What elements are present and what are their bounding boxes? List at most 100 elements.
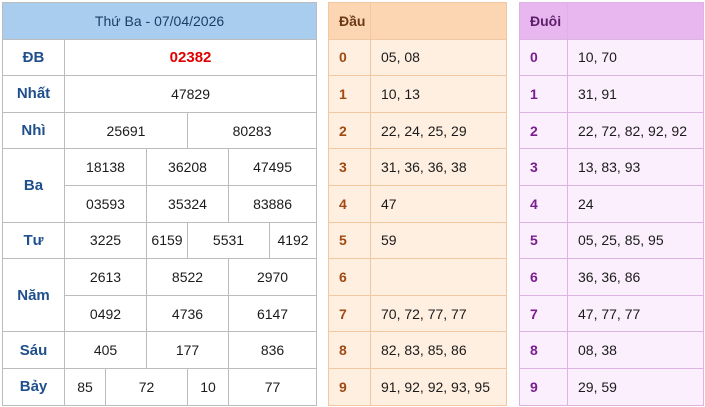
tail-row: 1 31, 91 xyxy=(519,75,704,113)
head-row: 6 xyxy=(328,258,507,296)
tail-title: Đuôi xyxy=(519,2,568,40)
head-key: 4 xyxy=(328,184,371,223)
head-row: 7 70, 72, 77, 77 xyxy=(328,294,507,333)
head-value xyxy=(370,258,507,296)
prize-number: 4192 xyxy=(268,221,318,260)
tail-row: 5 05, 25, 85, 95 xyxy=(519,221,704,260)
prize-label: Tư xyxy=(2,221,65,260)
date-title: Thứ Ba - 07/04/2026 xyxy=(1,2,318,40)
head-key: 2 xyxy=(328,111,371,150)
head-value: 47 xyxy=(370,184,507,223)
prize-label: ĐB xyxy=(2,38,65,77)
prize-number: 405 xyxy=(64,331,147,369)
prize-number: 47829 xyxy=(63,75,318,113)
prize-number: 5531 xyxy=(187,221,270,260)
tail-key: 4 xyxy=(519,184,568,223)
tail-row: 4 24 xyxy=(519,184,704,223)
prize-number: 25691 xyxy=(64,111,188,150)
head-digit-table: Đầu 0 05, 08 1 10, 13 2 22, 24, 25, 29 3 31,… xyxy=(328,2,507,406)
tail-row: 6 36, 36, 86 xyxy=(519,258,704,296)
prize-row-sixth: Sáu 405 177 836 xyxy=(2,331,318,369)
head-key: 8 xyxy=(328,331,371,369)
prize-number: 177 xyxy=(146,331,229,369)
head-value: 22, 24, 25, 29 xyxy=(370,111,507,150)
head-value: 82, 83, 85, 86 xyxy=(370,331,507,369)
tail-row: 3 13, 83, 93 xyxy=(519,148,704,186)
prize-number: 3225 xyxy=(64,221,147,260)
tail-key: 5 xyxy=(519,221,568,260)
tail-value: 29, 59 xyxy=(567,367,704,406)
prize-number: 2970 xyxy=(227,258,318,296)
tail-row: 9 29, 59 xyxy=(519,367,704,406)
tail-value: 05, 25, 85, 95 xyxy=(567,221,704,260)
prize-label: Sáu xyxy=(2,331,65,369)
head-row: 0 05, 08 xyxy=(328,38,507,77)
results-table: Thứ Ba - 07/04/2026 ĐB 02382 Nhất 47829 … xyxy=(1,2,318,406)
tail-key: 1 xyxy=(519,75,568,113)
tail-value: 13, 83, 93 xyxy=(567,148,704,186)
prize-number: 8522 xyxy=(146,258,229,296)
tail-key: 6 xyxy=(519,258,568,296)
prize-row-second: Nhì 25691 80283 xyxy=(2,111,318,150)
tail-row: 7 47, 77, 77 xyxy=(519,294,704,333)
head-value: 31, 36, 36, 38 xyxy=(370,148,507,186)
head-key: 6 xyxy=(328,258,371,296)
prize-number: 47495 xyxy=(227,148,318,186)
prize-label: Nhì xyxy=(2,111,65,150)
prize-number: 72 xyxy=(105,367,188,406)
tail-key: 0 xyxy=(519,38,568,77)
tail-value: 10, 70 xyxy=(567,38,704,77)
prize-number: 03593 xyxy=(64,184,147,223)
prize-label: Nhất xyxy=(2,75,65,113)
tail-row: 8 08, 38 xyxy=(519,331,704,369)
head-value: 70, 72, 77, 77 xyxy=(370,294,507,333)
head-value: 10, 13 xyxy=(370,75,507,113)
prize-label: Ba xyxy=(2,148,65,223)
head-row: 4 47 xyxy=(328,184,507,223)
head-row: 1 10, 13 xyxy=(328,75,507,113)
prize-row-first: Nhất 47829 xyxy=(2,75,318,113)
tail-title-filler xyxy=(567,2,704,40)
prize-number: 18138 xyxy=(64,148,147,186)
tail-value: 36, 36, 86 xyxy=(567,258,704,296)
head-key: 9 xyxy=(328,367,371,406)
prize-number: 36208 xyxy=(146,148,229,186)
head-row: 2 22, 24, 25, 29 xyxy=(328,111,507,150)
head-key: 3 xyxy=(328,148,371,186)
prize-number: 6159 xyxy=(146,221,188,260)
prize-row-seventh: Bảy 85 72 10 77 xyxy=(2,367,318,406)
head-title: Đầu xyxy=(328,2,371,40)
prize-number: 80283 xyxy=(186,111,318,150)
tail-value: 22, 72, 82, 92, 92 xyxy=(567,111,704,150)
tail-digit-table: Đuôi 0 10, 70 1 31, 91 2 22, 72, 82, 92, 92… xyxy=(519,2,704,406)
head-row: 3 31, 36, 36, 38 xyxy=(328,148,507,186)
tail-value: 08, 38 xyxy=(567,331,704,369)
tail-key: 3 xyxy=(519,148,568,186)
head-row: 8 82, 83, 85, 86 xyxy=(328,331,507,369)
prize-number: 83886 xyxy=(227,184,318,223)
head-key: 1 xyxy=(328,75,371,113)
head-key: 0 xyxy=(328,38,371,77)
tail-row: 0 10, 70 xyxy=(519,38,704,77)
head-row: 5 59 xyxy=(328,221,507,260)
tail-value: 47, 77, 77 xyxy=(567,294,704,333)
prize-number: 2613 xyxy=(64,258,147,296)
prize-row-fourth: Tư 3225 6159 5531 4192 xyxy=(2,221,318,260)
prize-label: Bảy xyxy=(2,367,65,406)
prize-row-fifth: Năm 2613 8522 2970 xyxy=(2,258,318,333)
prize-number: 4736 xyxy=(146,294,229,333)
tail-row: 2 22, 72, 82, 92, 92 xyxy=(519,111,704,150)
head-key: 7 xyxy=(328,294,371,333)
prize-number: 0492 xyxy=(64,294,147,333)
prize-number: 6147 xyxy=(227,294,318,333)
prize-number: 85 xyxy=(64,367,106,406)
prize-number: 836 xyxy=(227,331,318,369)
tail-value: 24 xyxy=(567,184,704,223)
tail-key: 2 xyxy=(519,111,568,150)
head-row: 9 91, 92, 92, 93, 95 xyxy=(328,367,507,406)
prize-number: 77 xyxy=(227,367,318,406)
tail-key: 8 xyxy=(519,331,568,369)
prize-number: 35324 xyxy=(146,184,229,223)
head-value: 05, 08 xyxy=(370,38,507,77)
head-title-filler xyxy=(370,2,507,40)
